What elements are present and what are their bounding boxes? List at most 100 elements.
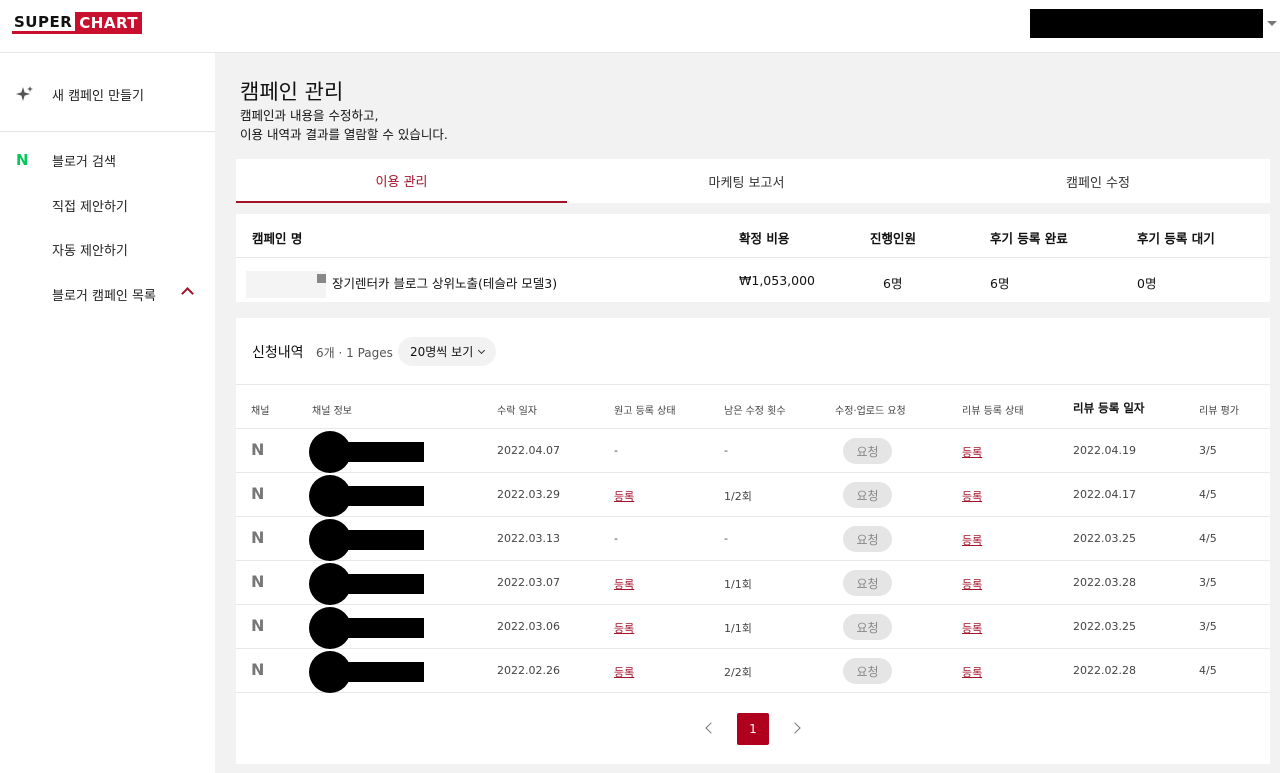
column-header: 수락 일자 xyxy=(497,406,537,417)
column-header: 수정·업로드 요청 xyxy=(835,406,906,417)
review-rating: 4/5 xyxy=(1199,664,1217,677)
request-button[interactable]: 요청 xyxy=(843,658,892,684)
sidebar-item-label: 블로거 캠페인 목록 xyxy=(52,288,156,304)
pagination: 1 xyxy=(236,713,1270,745)
section-title: 신청내역 xyxy=(252,345,304,361)
draft-status: - xyxy=(614,532,618,545)
review-status-link[interactable]: 등록 xyxy=(962,620,982,636)
request-button[interactable]: 요청 xyxy=(843,526,892,552)
table-row: N 2022.03.07 등록 1/1회 요청 등록 2022.03.28 3/… xyxy=(236,561,1270,605)
channel-name-redacted[interactable] xyxy=(344,530,424,550)
column-header: 채널 xyxy=(251,406,270,417)
review-date: 2022.04.19 xyxy=(1073,444,1136,457)
campaign-image-redacted xyxy=(246,271,326,298)
top-bar: SUPER CHART xyxy=(0,0,1280,53)
accept-date: 2022.03.06 xyxy=(497,620,560,633)
channel-name-redacted[interactable] xyxy=(344,486,424,506)
draft-status-link[interactable]: 등록 xyxy=(614,664,634,680)
tab-usage-management[interactable]: 이용 관리 xyxy=(236,159,567,203)
header-confirmed-cost: 확정 비용 xyxy=(739,231,790,246)
review-rating: 3/5 xyxy=(1199,620,1217,633)
sidebar-item-label: 자동 제안하기 xyxy=(52,243,128,259)
result-count: 6개 · 1 Pages xyxy=(316,346,393,360)
remaining-edits: - xyxy=(724,532,728,545)
review-rating: 3/5 xyxy=(1199,576,1217,589)
channel-name-redacted[interactable] xyxy=(344,574,424,594)
sidebar-divider xyxy=(0,131,215,132)
logo-text-super: SUPER xyxy=(12,12,76,34)
sidebar-item-auto-offer[interactable]: 자동 제안하기 xyxy=(0,227,215,271)
sidebar-item-blogger-search[interactable]: N 블로거 검색 xyxy=(0,138,215,182)
remaining-edits: 2/2회 xyxy=(724,666,752,679)
per-page-label: 20명씩 보기 xyxy=(410,345,474,359)
accept-date: 2022.03.13 xyxy=(497,532,560,545)
review-rating: 4/5 xyxy=(1199,488,1217,501)
review-status-link[interactable]: 등록 xyxy=(962,488,982,504)
remaining-edits: 1/1회 xyxy=(724,622,752,635)
review-date: 2022.02.28 xyxy=(1073,664,1136,677)
accept-date: 2022.02.26 xyxy=(497,664,560,677)
caret-down-icon[interactable] xyxy=(1267,21,1277,26)
sidebar-item-label: 블로거 검색 xyxy=(52,154,116,170)
tab-bar: 이용 관리 마케팅 보고서 캠페인 수정 xyxy=(236,159,1270,203)
request-button[interactable]: 요청 xyxy=(843,614,892,640)
campaign-thumbnail xyxy=(317,274,326,283)
sparkle-icon xyxy=(16,86,33,101)
accept-date: 2022.04.07 xyxy=(497,444,560,457)
draft-status-link[interactable]: 등록 xyxy=(614,620,634,636)
channel-name-redacted[interactable] xyxy=(344,662,424,682)
header-review-done: 후기 등록 완료 xyxy=(990,231,1068,246)
sidebar-item-label: 직접 제안하기 xyxy=(52,199,128,215)
chevron-down-icon xyxy=(478,346,486,354)
review-date: 2022.03.25 xyxy=(1073,620,1136,633)
review-status-link[interactable]: 등록 xyxy=(962,664,982,680)
application-history-panel: 신청내역 6개 · 1 Pages 20명씩 보기 채널 채널 정보 수락 일자… xyxy=(236,318,1270,764)
naver-logo-icon: N xyxy=(16,151,29,169)
sidebar-item-new-campaign[interactable]: 새 캠페인 만들기 xyxy=(0,72,215,116)
channel-name-redacted[interactable] xyxy=(344,442,424,462)
chevron-up-icon[interactable] xyxy=(181,287,194,300)
review-done-count: 6명 xyxy=(990,276,1010,291)
sidebar-item-campaign-list[interactable]: 블로거 캠페인 목록 xyxy=(0,272,215,316)
page-description-line: 캠페인과 내용을 수정하고, xyxy=(240,108,379,123)
review-rating: 4/5 xyxy=(1199,532,1217,545)
page-description-line: 이용 내역과 결과를 열람할 수 있습니다. xyxy=(240,127,448,142)
logo[interactable]: SUPER CHART xyxy=(12,12,143,34)
review-status-link[interactable]: 등록 xyxy=(962,444,982,460)
channel-name-redacted[interactable] xyxy=(344,618,424,638)
request-button[interactable]: 요청 xyxy=(843,438,892,464)
request-button[interactable]: 요청 xyxy=(843,570,892,596)
naver-n-icon: N xyxy=(251,440,265,459)
page-title: 캠페인 관리 xyxy=(240,80,344,104)
table-row: N 2022.02.26 등록 2/2회 요청 등록 2022.02.28 4/… xyxy=(236,649,1270,693)
table-row: N 2022.03.06 등록 1/1회 요청 등록 2022.03.25 3/… xyxy=(236,605,1270,649)
chevron-left-icon[interactable] xyxy=(705,722,717,734)
participants-count: 6명 xyxy=(883,276,903,291)
accept-date: 2022.03.07 xyxy=(497,576,560,589)
draft-status-link[interactable]: 등록 xyxy=(614,576,634,592)
sidebar-item-direct-offer[interactable]: 직접 제안하기 xyxy=(0,183,215,227)
chevron-right-icon[interactable] xyxy=(789,722,801,734)
table-row: N 2022.04.07 - - 요청 등록 2022.04.19 3/5 xyxy=(236,429,1270,473)
review-date: 2022.03.25 xyxy=(1073,532,1136,545)
logo-text-chart: CHART xyxy=(75,12,143,34)
review-date: 2022.03.28 xyxy=(1073,576,1136,589)
remaining-edits: - xyxy=(724,444,728,457)
confirmed-cost: ₩1,053,000 xyxy=(739,273,815,288)
naver-n-icon: N xyxy=(251,616,265,635)
per-page-dropdown[interactable]: 20명씩 보기 xyxy=(398,337,497,366)
tab-campaign-edit[interactable]: 캠페인 수정 xyxy=(926,159,1270,203)
review-status-link[interactable]: 등록 xyxy=(962,532,982,548)
naver-n-icon: N xyxy=(251,528,265,547)
column-header: 남은 수정 횟수 xyxy=(724,406,786,417)
naver-n-icon: N xyxy=(251,660,265,679)
request-button[interactable]: 요청 xyxy=(843,482,892,508)
user-menu-redacted[interactable] xyxy=(1030,9,1263,38)
table-row: N 2022.03.29 등록 1/2회 요청 등록 2022.04.17 4/… xyxy=(236,473,1270,517)
naver-n-icon: N xyxy=(251,484,265,503)
page-number-current[interactable]: 1 xyxy=(737,713,769,745)
review-status-link[interactable]: 등록 xyxy=(962,576,982,592)
column-header: 원고 등록 상태 xyxy=(614,406,676,417)
tab-marketing-report[interactable]: 마케팅 보고서 xyxy=(567,159,926,203)
draft-status-link[interactable]: 등록 xyxy=(614,488,634,504)
